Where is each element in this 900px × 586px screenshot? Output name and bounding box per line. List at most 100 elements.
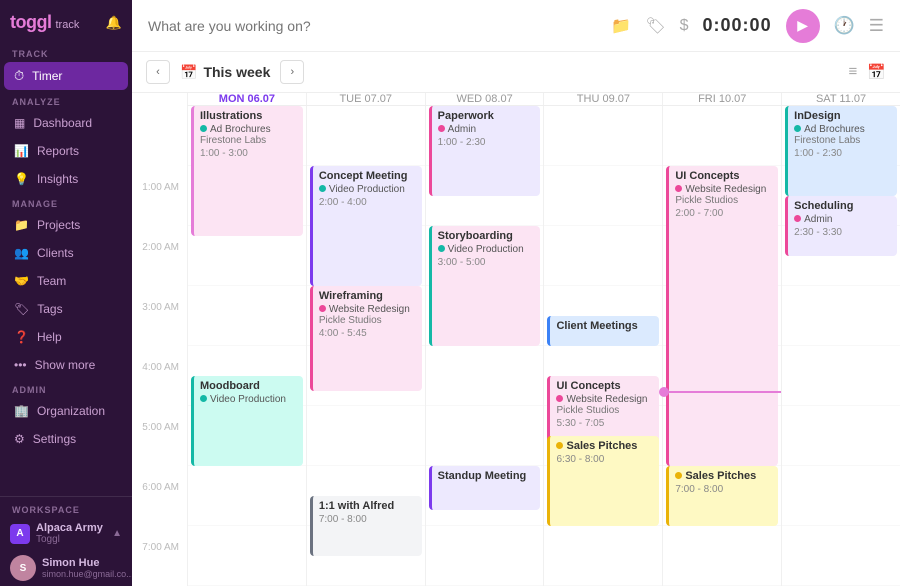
calendar-view-icon[interactable]: 📅 [867,63,886,81]
user-name: Simon Hue [42,557,132,569]
workspace-icon: A [10,524,30,544]
day-header-mon: MON 06.07 [187,93,306,105]
days-area: MON 06.07 TUE 07.07 WED 08.07 THU 09.07 … [187,93,900,586]
prev-week-button[interactable]: ‹ [146,60,170,84]
folder-icon[interactable]: 📁 [611,16,631,36]
sidebar-logo: toggl track 🔔 [0,0,132,45]
sidebar-item-insights[interactable]: 💡 Insights [4,166,128,192]
track-section-label: TRACK [0,45,132,61]
show-more-icon: ••• [14,358,27,372]
tag-icon[interactable]: 🏷 [645,16,665,36]
days-grid: Illustrations Ad Brochures Firestone Lab… [187,106,900,586]
play-button[interactable]: ▶ [786,9,820,43]
reports-icon: 📊 [14,144,29,158]
workspace-item[interactable]: A Alpaca Army Toggl ▲ [0,517,132,550]
day-col-mon: Illustrations Ad Brochures Firestone Lab… [187,106,306,586]
sidebar-item-projects[interactable]: 📁 Projects [4,212,128,238]
sidebar-item-reports[interactable]: 📊 Reports [4,138,128,164]
admin-section-label: ADMIN [0,379,132,397]
day-header-fri: FRI 10.07 [662,93,781,105]
event-wireframing[interactable]: Wireframing Website Redesign Pickle Stud… [310,286,422,391]
days-header: MON 06.07 TUE 07.07 WED 08.07 THU 09.07 … [187,93,900,106]
event-sales-pitches-fri[interactable]: Sales Pitches 7:00 - 8:00 [666,466,778,526]
sidebar-item-dashboard[interactable]: ▦ Dashboard [4,110,128,136]
topbar: 📁 🏷 $ 0:00:00 ▶ 🕐 ☰ [132,0,900,52]
day-header-thu: THU 09.07 [543,93,662,105]
timer-display: 0:00:00 [703,15,772,36]
sidebar: toggl track 🔔 TRACK ⏱ Timer ANALYZE ▦ Da… [0,0,132,586]
manage-section-label: MANAGE [0,193,132,211]
event-1on1-alfred[interactable]: 1:1 with Alfred 7:00 - 8:00 [310,496,422,556]
user-email: simon.hue@gmail.co... [42,569,132,579]
help-icon: ❓ [14,330,29,344]
event-client-meetings[interactable]: Client Meetings [547,316,659,346]
event-moodboard[interactable]: Moodboard Video Production [191,376,303,466]
user-row[interactable]: S Simon Hue simon.hue@gmail.co... [0,550,132,586]
workspace-section-label: WORKSPACE [0,503,132,517]
notification-icon[interactable]: 🔔 [106,15,122,31]
analyze-section-label: ANALYZE [0,91,132,109]
event-storyboarding[interactable]: Storyboarding Video Production 3:00 - 5:… [429,226,541,346]
day-col-tue: Concept Meeting Video Production 2:00 - … [306,106,425,586]
day-col-thu: Client Meetings UI Concepts Website Rede… [543,106,662,586]
sidebar-item-help[interactable]: ❓ Help [4,324,128,350]
calendar-nav: ‹ 📅 This week › ≡ 📅 [132,52,900,93]
clock-history-icon[interactable]: 🕐 [834,16,855,36]
event-scheduling[interactable]: Scheduling Admin 2:30 - 3:30 [785,196,897,256]
cal-view-controls: ≡ 📅 [849,63,886,81]
event-paperwork[interactable]: Paperwork Admin 1:00 - 2:30 [429,106,541,196]
sidebar-item-timer[interactable]: ⏱ Timer [4,62,128,90]
logo-track: track [55,19,79,31]
sidebar-item-team[interactable]: 🤝 Team [4,268,128,294]
sidebar-item-tags[interactable]: 🏷 Tags [4,296,128,322]
workspace-name: Alpaca Army [36,522,103,534]
insights-icon: 💡 [14,172,29,186]
event-standup[interactable]: Standup Meeting [429,466,541,510]
organization-icon: 🏢 [14,404,29,418]
tags-icon: 🏷 [14,302,29,316]
day-header-wed: WED 08.07 [425,93,544,105]
sidebar-item-clients[interactable]: 👥 Clients [4,240,128,266]
event-ui-concepts-fri[interactable]: UI Concepts Website Redesign Pickle Stud… [666,166,778,466]
clients-icon: 👥 [14,246,29,260]
event-illustrations[interactable]: Illustrations Ad Brochures Firestone Lab… [191,106,303,236]
timer-input[interactable] [148,18,599,34]
time-5am: 5:00 AM [132,373,187,433]
workspace-sub: Toggl [36,534,103,545]
settings-icon: ⚙ [14,432,25,446]
calendar-icon: 📅 [180,64,197,81]
event-concept-meeting[interactable]: Concept Meeting Video Production 2:00 - … [310,166,422,286]
sidebar-item-show-more[interactable]: ••• Show more [4,352,128,378]
time-column: 1:00 AM 2:00 AM 3:00 AM 4:00 AM 5:00 AM … [132,93,187,586]
day-header-tue: TUE 07.07 [306,93,425,105]
dashboard-icon: ▦ [14,116,25,130]
day-header-sat: SAT 11.07 [781,93,900,105]
next-week-button[interactable]: › [280,60,304,84]
timer-icon: ⏱ [14,68,24,84]
sidebar-item-settings[interactable]: ⚙ Settings [4,426,128,452]
time-6am: 6:00 AM [132,433,187,493]
main-area: 📁 🏷 $ 0:00:00 ▶ 🕐 ☰ ‹ 📅 This week › ≡ 📅 … [132,0,900,586]
now-line [663,391,781,393]
time-7am: 7:00 AM [132,493,187,553]
time-8am: 8:00 AM [132,553,187,586]
time-4am: 4:00 AM [132,313,187,373]
topbar-icons: 📁 🏷 $ 0:00:00 ▶ 🕐 ☰ [611,9,884,43]
event-sales-pitches-thu[interactable]: Sales Pitches 6:30 - 8:00 [547,436,659,526]
week-label[interactable]: 📅 This week [180,64,270,81]
avatar: S [10,555,36,581]
menu-icon[interactable]: ☰ [869,16,884,36]
logo-text: toggl [10,12,51,33]
projects-icon: 📁 [14,218,29,232]
calendar-body: 1:00 AM 2:00 AM 3:00 AM 4:00 AM 5:00 AM … [132,93,900,586]
billing-icon[interactable]: $ [680,17,689,35]
event-indesign[interactable]: InDesign Ad Brochures Firestone Labs 1:0… [785,106,897,196]
time-3am: 3:00 AM [132,253,187,313]
day-col-sat: InDesign Ad Brochures Firestone Labs 1:0… [781,106,900,586]
day-col-wed: Paperwork Admin 1:00 - 2:30 Storyboardin… [425,106,544,586]
workspace-chevron-icon: ▲ [112,528,122,539]
sidebar-item-organization[interactable]: 🏢 Organization [4,398,128,424]
team-icon: 🤝 [14,274,29,288]
list-view-icon[interactable]: ≡ [849,63,858,81]
time-2am: 2:00 AM [132,193,187,253]
